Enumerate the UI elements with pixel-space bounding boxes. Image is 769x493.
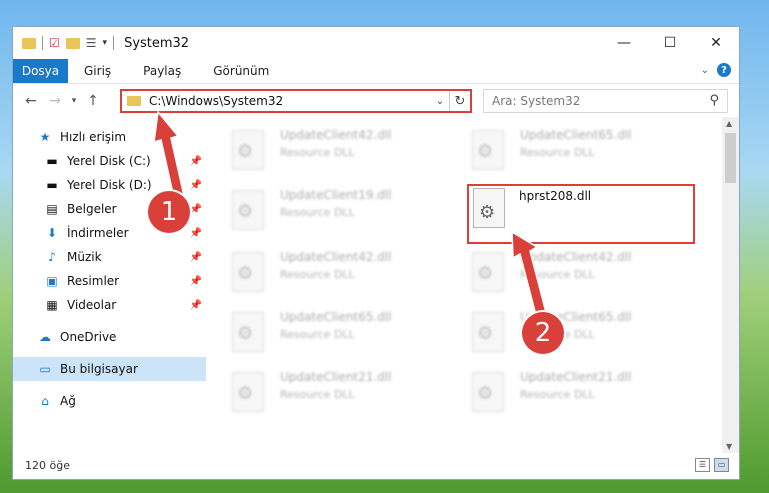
expand-ribbon-icon[interactable]: ⌄ xyxy=(701,65,709,76)
window-title: System32 xyxy=(124,35,190,51)
nav-item-pictures[interactable]: ▣ Resimler 📌 xyxy=(13,269,206,293)
folder-icon xyxy=(127,96,141,106)
pin-icon[interactable]: 📌 xyxy=(190,228,202,239)
back-arrow-icon[interactable]: ← xyxy=(19,93,43,109)
pin-icon[interactable]: 📌 xyxy=(190,300,202,311)
downloads-icon: ⬇ xyxy=(46,226,58,240)
nav-label: İndirmeler xyxy=(67,226,129,240)
nav-item-videos[interactable]: ▦ Videolar 📌 xyxy=(13,293,206,317)
search-input[interactable]: Ara: System32 ⚲ xyxy=(483,89,728,113)
tab-view[interactable]: Görünüm xyxy=(197,64,285,78)
window-controls: — ☐ ✕ xyxy=(601,27,739,59)
navigation-pane: ★ Hızlı erişim ▬ Yerel Disk (C:) 📌 ▬ Yer… xyxy=(13,117,208,453)
ribbon-tabs: Dosya Giriş Paylaş Görünüm ⌄ ? xyxy=(13,59,739,84)
videos-icon: ▦ xyxy=(46,298,58,312)
folder-icon xyxy=(22,37,36,49)
nav-label: Hızlı erişim xyxy=(60,130,127,144)
refresh-icon[interactable]: ↻ xyxy=(449,91,470,111)
pin-icon[interactable]: 📌 xyxy=(190,276,202,287)
nav-this-pc[interactable]: ▭ Bu bilgisayar xyxy=(13,357,206,381)
pictures-icon: ▣ xyxy=(46,274,58,288)
search-placeholder: Ara: System32 xyxy=(492,94,581,108)
cloud-icon: ☁ xyxy=(39,330,51,344)
minimize-button[interactable]: — xyxy=(601,27,647,59)
help-icon[interactable]: ? xyxy=(717,63,731,77)
nav-label: Belgeler xyxy=(67,202,117,216)
main-area: ★ Hızlı erişim ▬ Yerel Disk (C:) 📌 ▬ Yer… xyxy=(13,117,739,453)
nav-label: OneDrive xyxy=(60,330,117,344)
quick-access-toolbar: ☑ ☰ ▾ xyxy=(13,36,115,50)
details-view-icon[interactable]: ☰ xyxy=(695,458,710,472)
nav-label: Müzik xyxy=(67,250,102,264)
address-bar[interactable]: C:\Windows\System32 ⌄ ↻ xyxy=(120,89,472,113)
chevron-down-icon[interactable]: ▾ xyxy=(103,38,108,48)
network-icon: ⌂ xyxy=(41,394,49,408)
large-icons-view-icon[interactable]: ▭ xyxy=(714,458,729,472)
item-count: 120 öğe xyxy=(25,458,70,472)
nav-onedrive[interactable]: ☁ OneDrive xyxy=(13,325,206,349)
drive-icon: ▬ xyxy=(46,178,58,192)
explorer-window: ☑ ☰ ▾ System32 — ☐ ✕ Dosya Giriş Paylaş … xyxy=(12,26,740,480)
step-badge-2: 2 xyxy=(522,312,564,354)
pin-icon[interactable]: 📌 xyxy=(190,180,202,191)
pin-icon[interactable]: 📌 xyxy=(190,252,202,263)
documents-icon: ▤ xyxy=(46,202,58,216)
address-dropdown-icon[interactable]: ⌄ xyxy=(431,96,449,107)
scroll-up-icon[interactable]: ▲ xyxy=(726,119,732,128)
maximize-button[interactable]: ☐ xyxy=(647,27,693,59)
recent-chevron-icon[interactable]: ▾ xyxy=(67,96,81,106)
nav-label: Yerel Disk (C:) xyxy=(67,154,151,168)
customize-view-icon[interactable]: ☰ xyxy=(86,36,97,50)
tab-home[interactable]: Giriş xyxy=(68,64,127,78)
drive-icon: ▬ xyxy=(46,154,58,168)
divider xyxy=(42,36,43,50)
pin-icon[interactable]: 📌 xyxy=(190,204,202,215)
nav-item-local-disk-c[interactable]: ▬ Yerel Disk (C:) 📌 xyxy=(13,149,206,173)
scroll-thumb[interactable] xyxy=(725,133,736,183)
new-folder-icon[interactable] xyxy=(65,37,80,49)
nav-quick-access[interactable]: ★ Hızlı erişim xyxy=(13,125,206,149)
ribbon-right-controls: ⌄ ? xyxy=(701,63,731,77)
properties-check-icon[interactable]: ☑ xyxy=(49,36,60,50)
address-path[interactable]: C:\Windows\System32 xyxy=(149,94,431,108)
divider xyxy=(113,36,115,50)
search-icon[interactable]: ⚲ xyxy=(709,93,719,108)
close-button[interactable]: ✕ xyxy=(693,27,739,59)
nav-network[interactable]: ⌂ Ağ xyxy=(13,389,206,413)
forward-arrow-icon[interactable]: → xyxy=(43,93,67,109)
tab-file[interactable]: Dosya xyxy=(13,59,68,83)
pin-icon[interactable]: 📌 xyxy=(190,156,202,167)
nav-item-music[interactable]: ♪ Müzik 📌 xyxy=(13,245,206,269)
star-icon: ★ xyxy=(39,130,51,144)
nav-label: Videolar xyxy=(67,298,117,312)
vertical-scrollbar[interactable]: ▲ ▼ xyxy=(722,117,739,453)
nav-label: Ağ xyxy=(60,394,76,408)
nav-label: Yerel Disk (D:) xyxy=(67,178,152,192)
status-bar: 120 öğe ☰ ▭ xyxy=(13,451,739,479)
scroll-down-icon[interactable]: ▼ xyxy=(726,442,732,451)
music-icon: ♪ xyxy=(48,250,56,264)
step-badge-1: 1 xyxy=(148,191,190,233)
computer-icon: ▭ xyxy=(39,362,51,376)
view-switcher: ☰ ▭ xyxy=(695,458,729,472)
title-bar: ☑ ☰ ▾ System32 — ☐ ✕ xyxy=(13,27,739,59)
tab-share[interactable]: Paylaş xyxy=(127,64,197,78)
nav-label: Bu bilgisayar xyxy=(60,362,138,376)
address-row: ← → ▾ ↑ C:\Windows\System32 ⌄ ↻ Ara: Sys… xyxy=(13,84,739,118)
nav-label: Resimler xyxy=(67,274,120,288)
up-arrow-icon[interactable]: ↑ xyxy=(81,93,105,109)
